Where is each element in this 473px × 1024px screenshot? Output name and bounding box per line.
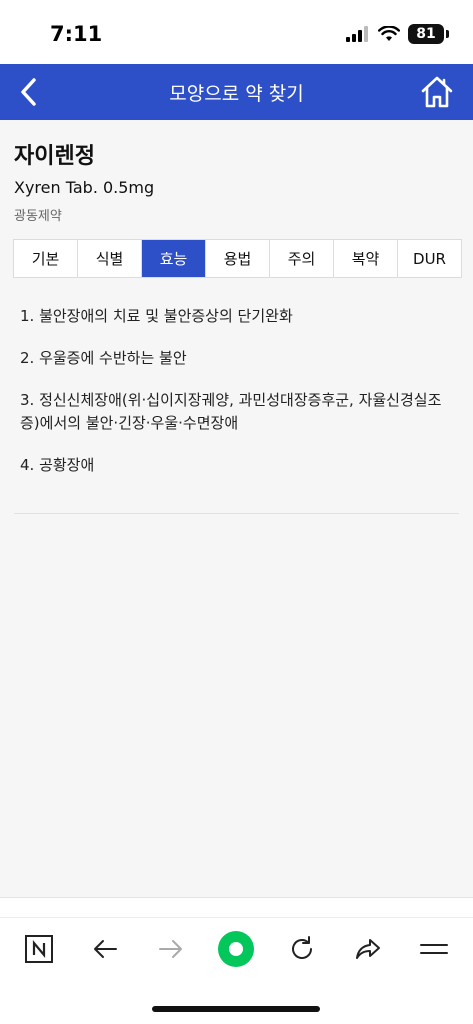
status-time: 7:11: [50, 22, 103, 46]
tab-identification[interactable]: 식별: [78, 240, 142, 277]
tab-efficacy[interactable]: 효능: [142, 240, 206, 277]
tab-dur[interactable]: DUR: [398, 240, 461, 277]
naver-home-button[interactable]: [21, 931, 57, 967]
drug-name-english: Xyren Tab. 0.5mg: [14, 178, 155, 197]
green-dot-icon: [218, 931, 254, 967]
efficacy-item: 2. 우울증에 수반하는 불안: [20, 349, 187, 367]
browser-back-button[interactable]: [87, 931, 123, 967]
home-indicator[interactable]: [152, 1006, 320, 1012]
status-icons: 81: [346, 24, 449, 44]
share-icon: [356, 939, 380, 959]
tab-basic[interactable]: 기본: [14, 240, 78, 277]
home-icon: [421, 76, 453, 108]
menu-icon: [420, 944, 448, 954]
efficacy-item: 3. 정신신체장애(위·십이지장궤양, 과민성대장증후군, 자율신경실조증)에서…: [20, 391, 442, 432]
drug-manufacturer: 광동제약: [14, 209, 62, 224]
back-arrow-icon: [94, 940, 117, 958]
tab-dosage[interactable]: 용법: [206, 240, 270, 277]
signal-icon: [346, 26, 368, 42]
forward-arrow-icon: [159, 940, 182, 958]
browser-forward-button[interactable]: [153, 931, 189, 967]
efficacy-list: 1. 불안장애의 치료 및 불안증상의 단기완화 2. 우울증에 수반하는 불안…: [20, 305, 456, 496]
content-divider: [14, 513, 459, 514]
home-button[interactable]: [419, 74, 455, 110]
toolbar-separator: [0, 917, 473, 918]
wifi-icon: [378, 26, 400, 41]
app-header: 모양으로 약 찾기: [0, 64, 473, 120]
refresh-button[interactable]: [284, 931, 320, 967]
page-title: 모양으로 약 찾기: [169, 83, 304, 105]
green-dot-button[interactable]: [218, 931, 254, 967]
battery-icon: 81: [408, 24, 444, 44]
efficacy-item: 4. 공황장애: [20, 456, 95, 474]
efficacy-item: 1. 불안장애의 치료 및 불안증상의 단기완화: [20, 307, 293, 325]
battery-cap: [446, 30, 449, 38]
tab-caution[interactable]: 주의: [270, 240, 334, 277]
status-bar: 7:11 81: [0, 0, 473, 64]
info-tabs: 기본 식별 효능 용법 주의 복약 DUR: [13, 239, 462, 278]
naver-n-icon: [25, 935, 53, 963]
refresh-icon: [292, 936, 312, 959]
menu-button[interactable]: [416, 931, 452, 967]
share-button[interactable]: [350, 931, 386, 967]
drug-info: 자이렌정 Xyren Tab. 0.5mg 광동제약: [0, 120, 473, 224]
tab-medication-guide[interactable]: 복약: [334, 240, 398, 277]
drug-name-korean: 자이렌정: [14, 144, 95, 169]
